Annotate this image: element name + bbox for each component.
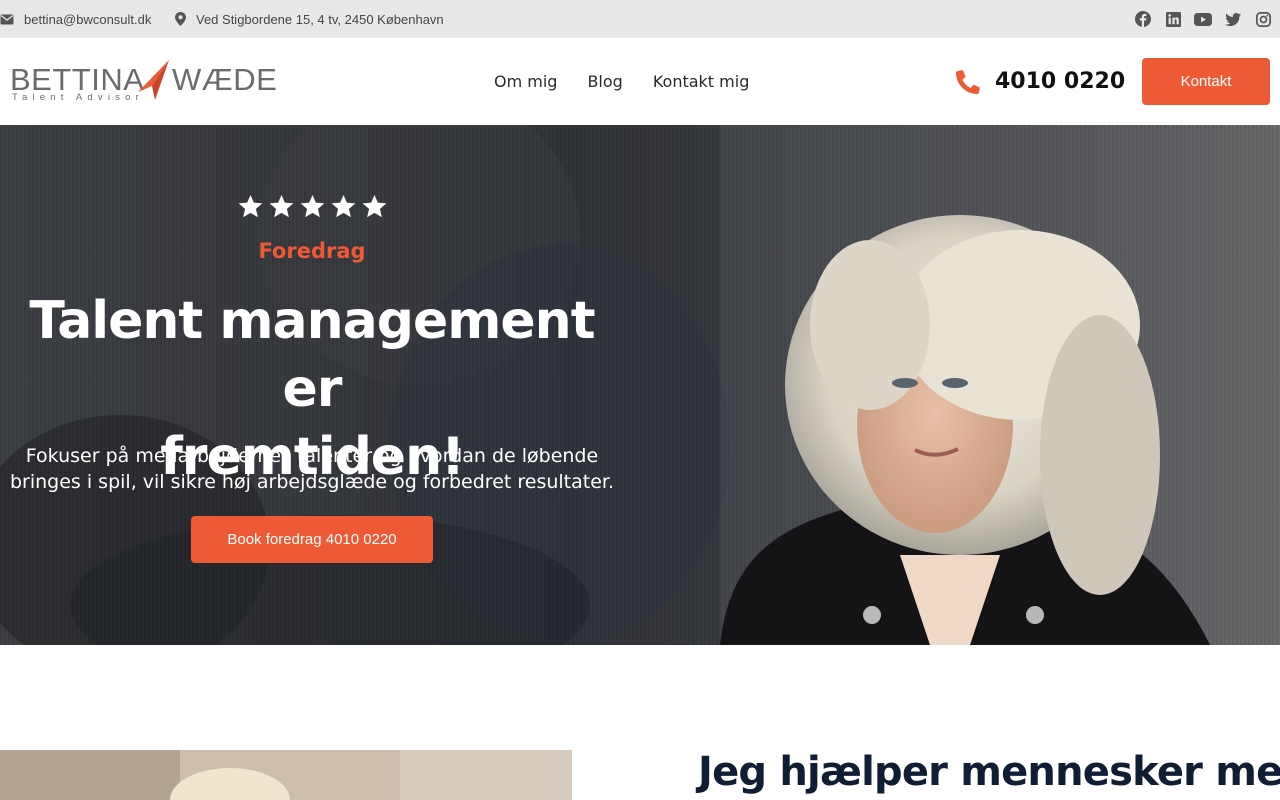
logo[interactable]: BETTINA WÆDE Talent Advisor (10, 60, 277, 104)
section-heading: Jeg hjælper mennesker med (698, 749, 1280, 795)
kontakt-button[interactable]: Kontakt (1142, 58, 1270, 105)
site-header: BETTINA WÆDE Talent Advisor Om mig Blog … (0, 38, 1280, 125)
linkedin-icon[interactable] (1158, 11, 1188, 27)
rating-stars (0, 195, 624, 219)
hero-section: Foredrag Talent management er fremtiden!… (0, 125, 1280, 645)
envelope-icon (0, 14, 14, 24)
twitter-icon[interactable] (1218, 12, 1248, 26)
logo-last-name: WÆDE (172, 62, 278, 97)
star-icon (269, 195, 293, 218)
hero-content: Foredrag Talent management er fremtiden!… (0, 125, 624, 645)
star-icon (300, 195, 324, 218)
hero-title-line-1: Talent management er (29, 291, 595, 419)
main-nav: Om mig Blog Kontakt mig (494, 38, 749, 125)
topbar-email[interactable]: bettina@bwconsult.dk (0, 0, 151, 38)
hero-lead-line-2: bringes i spil, vil sikre høj arbejdsglæ… (9, 471, 615, 493)
star-icon (362, 195, 386, 218)
email-text: bettina@bwconsult.dk (24, 11, 152, 27)
logo-tagline: Talent Advisor (12, 92, 144, 103)
hero-lead: Fokuser på medarbejdernes talenter og hv… (0, 443, 624, 495)
book-foredrag-button[interactable]: Book foredrag 4010 0220 (191, 516, 433, 563)
youtube-icon[interactable] (1188, 12, 1218, 26)
facebook-icon[interactable] (1128, 11, 1158, 27)
nav-item-blog[interactable]: Blog (587, 72, 622, 91)
nav-item-kontakt-mig[interactable]: Kontakt mig (653, 72, 750, 91)
hero-lead-line-1: Fokuser på medarbejdernes talenter og hv… (25, 445, 599, 467)
header-phone[interactable]: 4010 0220 (956, 38, 1125, 125)
top-bar: bettina@bwconsult.dk Ved Stigbordene 15,… (0, 0, 1280, 38)
about-photo (0, 750, 572, 800)
phone-icon (956, 69, 980, 94)
hero-kicker: Foredrag (258, 239, 366, 263)
topbar-address: Ved Stigbordene 15, 4 tv, 2450 København (175, 0, 444, 38)
social-links (1128, 0, 1278, 38)
star-icon (331, 195, 355, 218)
nav-item-om-mig[interactable]: Om mig (494, 72, 557, 91)
phone-number: 4010 0220 (995, 69, 1126, 94)
star-icon (238, 195, 262, 218)
map-pin-icon (175, 12, 186, 26)
instagram-icon[interactable] (1248, 11, 1278, 27)
address-text: Ved Stigbordene 15, 4 tv, 2450 København (196, 11, 444, 27)
